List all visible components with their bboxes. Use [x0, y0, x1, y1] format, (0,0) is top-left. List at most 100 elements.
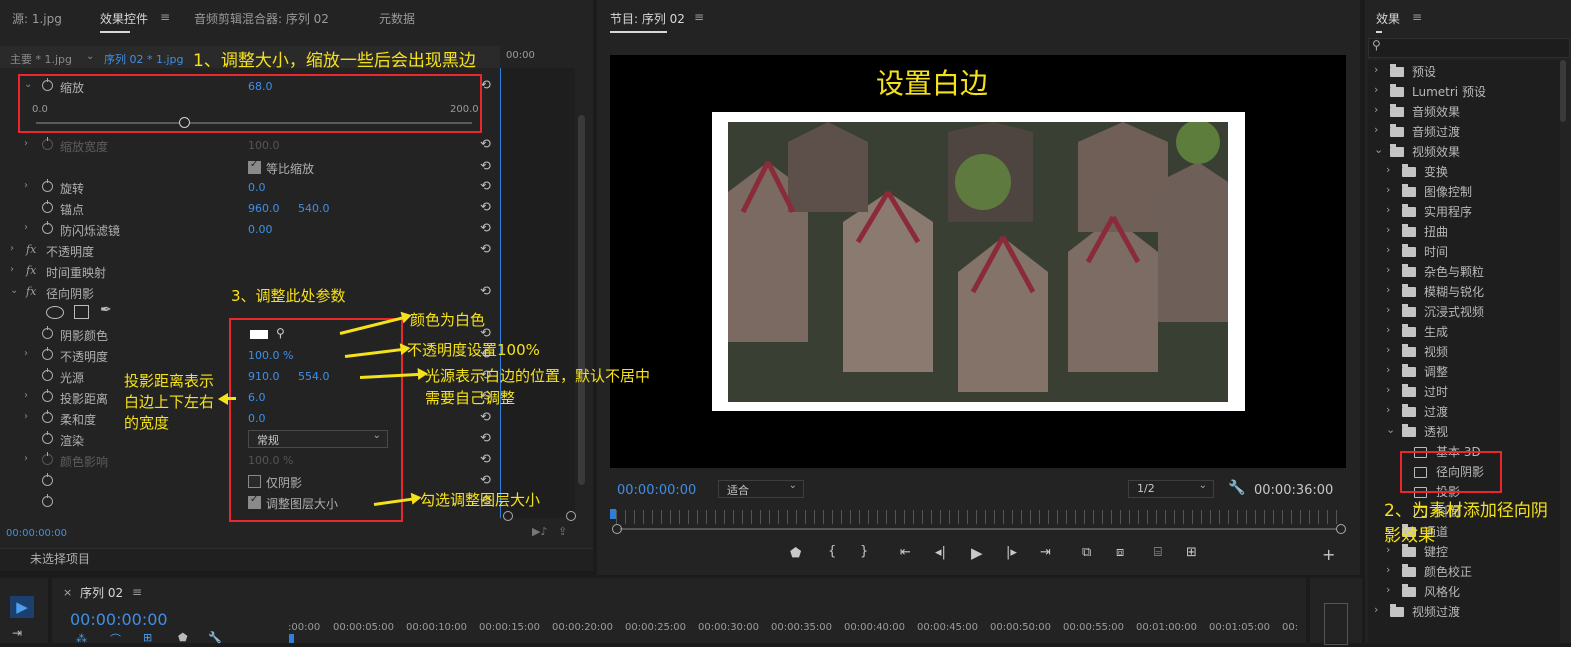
ellipse-mask-icon[interactable] [46, 306, 64, 319]
sequence-clip-label[interactable]: 序列 02 * 1.jpg [104, 51, 184, 67]
mark-out-icon[interactable]: } [860, 544, 868, 559]
expand-chevron-icon[interactable]: › [10, 243, 14, 254]
panel-menu-icon[interactable]: ≡ [160, 10, 170, 24]
stopwatch-icon[interactable] [42, 473, 53, 486]
track-select-tool-icon[interactable]: ⇥ [12, 626, 22, 640]
expand-chevron-icon[interactable]: › [24, 411, 28, 422]
expand-chevron-icon[interactable]: ⌄ [10, 285, 18, 296]
chevron-right-icon[interactable]: › [1386, 583, 1390, 596]
tab-audio-clip-mixer[interactable]: 音频剪辑混合器: 序列 02 [194, 10, 329, 27]
anchor-x-value[interactable]: 960.0 [248, 202, 280, 215]
timeline-ruler[interactable]: :00:00 00:00:05:00 00:00:10:00 00:00:15:00 0… [288, 622, 1298, 640]
rotation-value[interactable]: 0.0 [248, 181, 266, 194]
reset-icon[interactable]: ⟲ [480, 137, 491, 152]
program-scrubber-bar[interactable] [616, 510, 1343, 524]
panel-menu-icon[interactable]: ≡ [694, 10, 704, 24]
reset-icon[interactable]: ⟲ [480, 410, 491, 425]
reset-icon[interactable]: ⟲ [480, 452, 491, 467]
fit-select[interactable]: 适合 ⌄ [718, 480, 804, 498]
rectangle-mask-icon[interactable] [74, 305, 89, 319]
reset-icon[interactable]: ⟲ [480, 473, 491, 488]
linked-selection-icon[interactable]: ⌒ [110, 631, 121, 647]
play-audio-icon[interactable]: ▶♪ [532, 525, 547, 538]
chevron-right-icon[interactable]: › [1386, 403, 1390, 416]
go-to-out-icon[interactable]: ⇥ [1040, 545, 1051, 560]
close-icon[interactable]: × [63, 586, 72, 599]
chevron-down-icon[interactable]: ⌄ [1374, 143, 1383, 156]
add-button-icon[interactable]: + [1322, 545, 1335, 564]
chevron-right-icon[interactable]: › [1386, 383, 1390, 396]
stopwatch-icon[interactable] [42, 368, 53, 381]
chevron-down-icon[interactable]: ⌄ [86, 51, 94, 62]
zoom-handle-left[interactable] [612, 524, 622, 534]
expand-chevron-icon[interactable]: › [24, 453, 28, 464]
effects-search-input[interactable] [1368, 38, 1570, 58]
program-timecode[interactable]: 00:00:00:00 [617, 483, 696, 498]
chevron-right-icon[interactable]: › [1374, 103, 1378, 116]
pen-mask-icon[interactable]: ✒ [100, 302, 112, 318]
reset-icon[interactable]: ⟲ [480, 200, 491, 215]
reset-icon[interactable]: ⟲ [480, 159, 491, 174]
step-back-icon[interactable]: ◂| [935, 545, 946, 560]
reset-icon[interactable]: ⟲ [480, 284, 491, 299]
timeline-settings-icon[interactable]: 🔧 [208, 631, 222, 644]
chevron-right-icon[interactable]: › [1386, 163, 1390, 176]
extract-icon[interactable]: ⧈ [1116, 545, 1124, 560]
go-to-in-icon[interactable]: ⇤ [900, 545, 911, 560]
chevron-right-icon[interactable]: › [1386, 203, 1390, 216]
wrench-icon[interactable]: 🔧 [1228, 480, 1245, 496]
expand-chevron-icon[interactable]: › [24, 222, 28, 233]
reset-icon[interactable]: ⟲ [480, 242, 491, 257]
program-monitor-title[interactable]: 节目: 序列 02 [610, 10, 685, 33]
chevron-right-icon[interactable]: › [1386, 223, 1390, 236]
uniform-scale-checkbox[interactable] [248, 159, 261, 174]
expand-chevron-icon[interactable]: › [24, 138, 28, 149]
program-playhead[interactable] [610, 509, 616, 519]
resolution-select[interactable]: 1/2 ⌄ [1128, 480, 1214, 498]
chevron-down-icon[interactable]: ⌄ [1386, 423, 1395, 436]
stopwatch-icon[interactable] [42, 179, 53, 192]
chevron-right-icon[interactable]: › [1374, 603, 1378, 616]
reset-icon[interactable]: ⟲ [480, 221, 491, 236]
chevron-right-icon[interactable]: › [1386, 323, 1390, 336]
tab-source[interactable]: 源: 1.jpg [12, 10, 62, 27]
add-marker-timeline-icon[interactable]: ⊞ [143, 631, 152, 644]
stopwatch-icon[interactable] [42, 200, 53, 213]
step-forward-icon[interactable]: |▸ [1006, 545, 1017, 560]
selection-tool-icon[interactable]: ▶ [10, 596, 34, 618]
snap-icon[interactable]: ⁂ [76, 632, 87, 645]
stopwatch-icon[interactable] [42, 221, 53, 234]
tab-metadata[interactable]: 元数据 [379, 10, 415, 27]
chevron-right-icon[interactable]: › [1386, 263, 1390, 276]
zoom-scroll-handle-right[interactable] [566, 511, 576, 521]
stopwatch-icon[interactable] [42, 494, 53, 507]
stopwatch-icon[interactable] [42, 410, 53, 423]
chevron-right-icon[interactable]: › [1386, 343, 1390, 356]
fx-icon[interactable]: fx [26, 285, 36, 298]
timeline-tab[interactable]: 序列 02 [80, 584, 123, 601]
stopwatch-icon[interactable] [42, 452, 53, 465]
stopwatch-icon[interactable] [42, 389, 53, 402]
effect-controls-scrollbar[interactable] [578, 115, 585, 485]
stopwatch-icon[interactable] [42, 137, 53, 150]
chevron-right-icon[interactable]: › [1386, 563, 1390, 576]
expand-chevron-icon[interactable]: › [24, 180, 28, 191]
export-frame-icon[interactable]: ⌸ [1154, 545, 1162, 560]
timeline-playhead[interactable] [289, 634, 294, 643]
zoom-handle-right[interactable] [1336, 524, 1346, 534]
fx-icon[interactable]: fx [26, 243, 36, 256]
chevron-right-icon[interactable]: › [1386, 283, 1390, 296]
comparison-view-icon[interactable]: ⊞ [1186, 545, 1197, 560]
panel-menu-icon[interactable]: ≡ [132, 585, 142, 599]
tab-effect-controls[interactable]: 效果控件 [100, 10, 148, 33]
chevron-right-icon[interactable]: › [1386, 243, 1390, 256]
play-icon[interactable]: ▶ [971, 544, 983, 562]
stopwatch-icon[interactable] [42, 326, 53, 339]
mark-in-icon[interactable]: { [828, 544, 836, 559]
program-zoom-bar[interactable] [620, 528, 1336, 530]
add-marker-icon[interactable]: ⬟ [790, 546, 801, 561]
stopwatch-icon[interactable] [42, 347, 53, 360]
stopwatch-icon[interactable] [42, 431, 53, 444]
anti-flicker-value[interactable]: 0.00 [248, 223, 273, 236]
chevron-right-icon[interactable]: › [1386, 303, 1390, 316]
